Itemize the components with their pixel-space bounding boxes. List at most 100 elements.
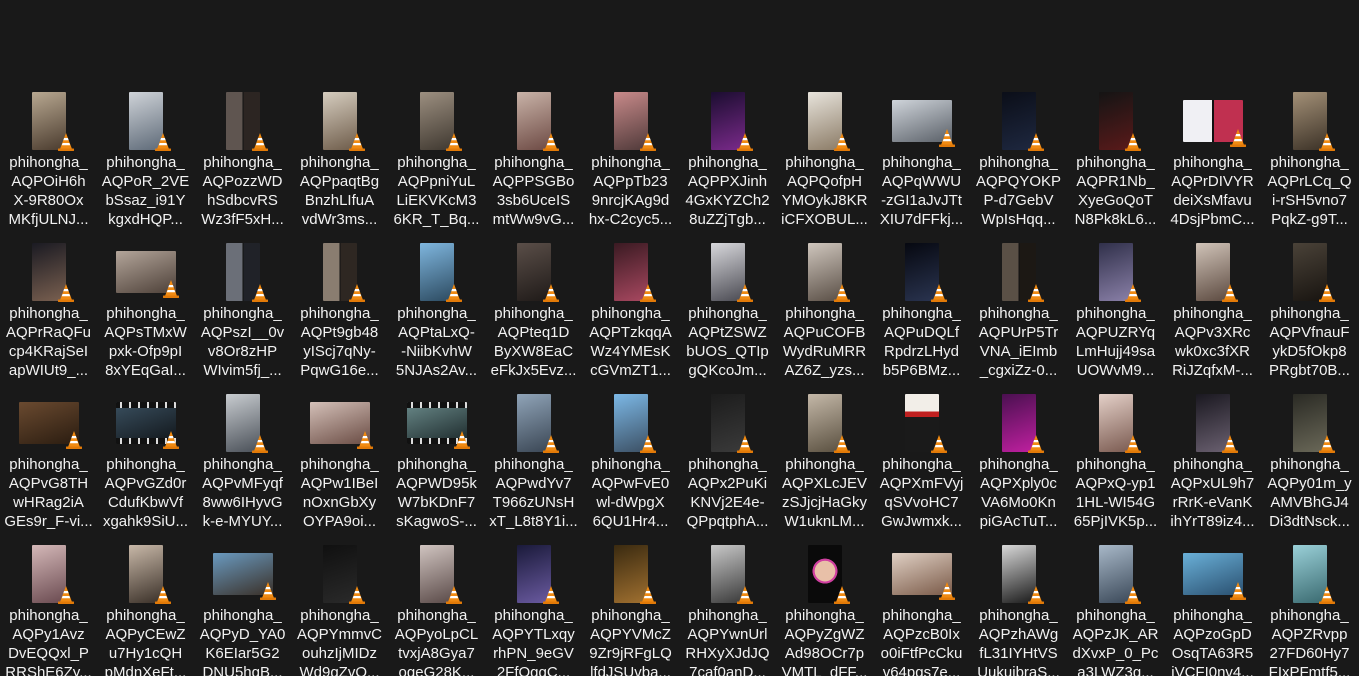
file-name-label: phihongha_ AQPuDQLf RpdrzLHyd b5P6BMz... [882, 305, 961, 379]
file-name-label: phihongha_ AQPuCOFB WydRuMRR AZ6Z_yzs... [782, 305, 867, 379]
vlc-cone-icon [1317, 585, 1337, 605]
vlc-cone-icon [347, 585, 367, 605]
file-name-label: phihongha_ AQPszI__0v v8Or8zHP WIvim5fj_… [200, 305, 285, 379]
file-name-label: phihongha_ AQPwFvE0 wl-dWpgX 6QU1Hr4... [591, 456, 670, 530]
file-name-label: phihongha_ AQPrDIVYR deiXsMfavu 4DsjPbmC… [1170, 154, 1255, 228]
vlc-cone-icon [1228, 581, 1248, 601]
file-name-label: phihongha_ AQPUrP5Tr VNA_iEImb _cgxiZz-0… [978, 305, 1059, 379]
file-name-label: phihongha_ AQPXmFVyj qSVvoHC7 GwJwmxk... [879, 456, 964, 530]
file-name-label: phihongha_ AQPPXJinh 4GxKYZCh2 8uZZjTgb.… [685, 154, 770, 228]
vlc-cone-icon [1123, 283, 1143, 303]
vlc-cone-icon [161, 430, 181, 450]
vlc-cone-icon [64, 430, 84, 450]
vlc-cone-icon [1123, 132, 1143, 152]
file-name-label: phihongha_ AQPyoLpCL tvxjA8Gya7 ogeG28K.… [394, 607, 479, 676]
vlc-cone-icon [832, 132, 852, 152]
vlc-cone-icon [541, 434, 561, 454]
vlc-cone-icon [250, 132, 270, 152]
vlc-cone-icon [735, 132, 755, 152]
vlc-cone-icon [1220, 434, 1240, 454]
file-name-label: phihongha_ AQPvG8TH wHRag2iA GEs9r_F-vi.… [4, 456, 93, 530]
file-name-label: phihongha_ AQPpniYuL LiEKVKcM3 6KR_T_Bq.… [393, 154, 480, 228]
vlc-cone-icon [1026, 132, 1046, 152]
vlc-cone-icon [56, 283, 76, 303]
file-name-label: phihongha_ AQPZRvpp 27FD60Hy7 FIxPFmtf5.… [1268, 607, 1351, 676]
file-name-label: phihongha_ AQPtZSWZ bUOS_QTIp gQKcoJm... [686, 305, 769, 379]
file-name-label: phihongha_ AQPoR_2VE bSsaz_i91Y kgxdHQP.… [101, 154, 190, 228]
file-name-label: phihongha_ AQPzcB0Ix o0iFtfPcCku v64pgs7… [880, 607, 963, 676]
vlc-cone-icon [735, 585, 755, 605]
vlc-cone-icon [153, 132, 173, 152]
file-name-label: phihongha_ AQPrLCq_Q i-rSH5vno7 PqkZ-g9T… [1267, 154, 1352, 228]
file-name-label: phihongha_ AQPteq1D ByXW8EaC eFkJx5Evz..… [490, 305, 577, 379]
vlc-cone-icon [929, 434, 949, 454]
file-name-label: phihongha_ AQPtaLxQ- -NiibKvhW 5NJAs2Av.… [395, 305, 478, 379]
vlc-cone-icon [1123, 585, 1143, 605]
vlc-cone-icon [444, 132, 464, 152]
vlc-cone-icon [929, 283, 949, 303]
file-name-label: phihongha_ AQPXply0c VA6Mo0Kn piGAcTuT..… [979, 456, 1058, 530]
file-grid: phihongha_ AQPIOVoA Wap0YGa6 VUN_Z8S...p… [0, 0, 1359, 676]
vlc-cone-icon [735, 434, 755, 454]
file-name-label: phihongha_ AQPqWWU -zGI1aJvJTt XIU7dFFkj… [879, 154, 964, 228]
file-name-label: phihongha_ AQPyD_YA0 K6EIar5G2 DNU5hgB..… [199, 607, 286, 676]
vlc-cone-icon [1228, 128, 1248, 148]
vlc-cone-icon [161, 279, 181, 299]
vlc-cone-icon [250, 283, 270, 303]
file-name-label: phihongha_ AQPrRaQFu cp4KRajSeI apWIUt9_… [5, 305, 92, 379]
vlc-cone-icon [638, 585, 658, 605]
vlc-cone-icon [1317, 132, 1337, 152]
file-name-label: phihongha_ AQPQofpH YMOykJ8KR iCFXOBUL..… [781, 154, 868, 228]
vlc-cone-icon [735, 283, 755, 303]
vlc-cone-icon [1026, 585, 1046, 605]
file-name-label: phihongha_ AQPv3XRc wk0xc3fXR RiJZqfxM-.… [1172, 305, 1253, 379]
vlc-cone-icon [638, 132, 658, 152]
file-name-label: phihongha_ AQPXLcJEV zSJjcjHaGky W1uknLM… [781, 456, 868, 530]
file-name-label: phihongha_ AQPvMFyqf 8ww6IHyvG k-e-MYUY.… [202, 456, 283, 530]
vlc-cone-icon [355, 430, 375, 450]
file-name-label: phihongha_ AQPy1Avz DvEQQxl_P RRShE6Zy..… [5, 607, 92, 676]
file-name-label: phihongha_ AQPQYOKP P-d7GebV WpIsHqq... [975, 154, 1062, 228]
vlc-cone-icon [541, 585, 561, 605]
file-name-label: phihongha_ AQPOiH6h X-9R80Ox MKfjULNJ... [8, 154, 89, 228]
vlc-cone-icon [1123, 434, 1143, 454]
vlc-cone-icon [452, 430, 472, 450]
file-name-label: phihongha_ AQPyZgWZ Ad98OCr7p VMTL_dFF..… [781, 607, 868, 676]
vlc-cone-icon [1026, 283, 1046, 303]
file-name-label: phihongha_ AQPzJK_AR dXvxP_0_Pc a3LWZ3g.… [1072, 607, 1159, 676]
file-name-label: phihongha_ AQPYVMcZ 9Zr9jRFgLQ lfdJSUvba… [589, 607, 672, 676]
file-name-label: phihongha_ AQPzoGpD OsqTA63R5 iVCFI0nv4.… [1171, 607, 1254, 676]
file-name-label: phihongha_ AQPx2PuKi KNVj2E4e- QPpqtphA.… [686, 456, 769, 530]
file-name-label: phihongha_ AQPt9gb48 yISсj7qNy- PqwG16e.… [300, 305, 379, 379]
vlc-cone-icon [347, 283, 367, 303]
vlc-cone-icon [1220, 283, 1240, 303]
file-name-label: phihongha_ AQPsTMxW pxk-Ofp9pI 8xYEqGaI.… [104, 305, 187, 379]
file-name-label: phihongha_ AQPyCEwZ u7Hy1cQH pMdnXeFt... [104, 607, 187, 676]
file-name-label: phihongha_ AQPw1IBeI nOxnGbXy OYPA9oi... [300, 456, 379, 530]
vlc-cone-icon [638, 434, 658, 454]
file-name-label: phihongha_ AQPYwnUrl RHXyXJdJQ 7caf0anD.… [685, 607, 770, 676]
file-name-label: phihongha_ AQPpaqtBg BnzhLIfuA vdWr3ms..… [299, 154, 380, 228]
file-name-label: phihongha_ AQPy01m_y AMVBhGJ4 Di3dtNsck.… [1267, 456, 1352, 530]
file-name-label: phihongha_ AQPpTb23 9nrcjKAg9d hx-C2cyc5… [588, 154, 673, 228]
file-name-label: phihongha_ AQPwdYv7 T966zUNsH xT_L8t8Y1i… [489, 456, 578, 530]
file-name-label: phihongha_ AQPR1Nb_ XyeGoQoT N8Pk8kL6... [1074, 154, 1157, 228]
vlc-cone-icon [832, 283, 852, 303]
vlc-cone-icon [541, 283, 561, 303]
vlc-cone-icon [444, 283, 464, 303]
file-name-label: phihongha_ AQPWD95k W7bKDnF7 sKagwoS-... [396, 456, 477, 530]
vlc-cone-icon [832, 585, 852, 605]
file-name-label: phihongha_ AQPUZRYq LmHujj49sa UOWvM9... [1075, 305, 1156, 379]
vlc-cone-icon [258, 581, 278, 601]
vlc-cone-icon [250, 434, 270, 454]
vlc-cone-icon [1026, 434, 1046, 454]
file-name-label: phihongha_ AQPxQ-yp1 1HL-WI54G 65PjIVK5p… [1073, 456, 1158, 530]
file-name-label: phihongha_ AQPozzWD hSdbcvRS Wz3fF5xH... [201, 154, 284, 228]
file-name-label: phihongha_ AQPzhAWg fL31IYHtVS UukuibraS… [977, 607, 1060, 676]
file-name-label: phihongha_ AQPTzkqqA Wz4YMEsK cGVmZT1... [589, 305, 672, 379]
file-name-label: phihongha_ AQPxUL9h7 rRrK-eVanK ihYrT89i… [1170, 456, 1255, 530]
file-name-label: phihongha_ AQPvGZd0r CdufKbwVf xgahk9SiU… [102, 456, 189, 530]
vlc-cone-icon [1317, 283, 1337, 303]
vlc-cone-icon [56, 132, 76, 152]
vlc-cone-icon [444, 585, 464, 605]
